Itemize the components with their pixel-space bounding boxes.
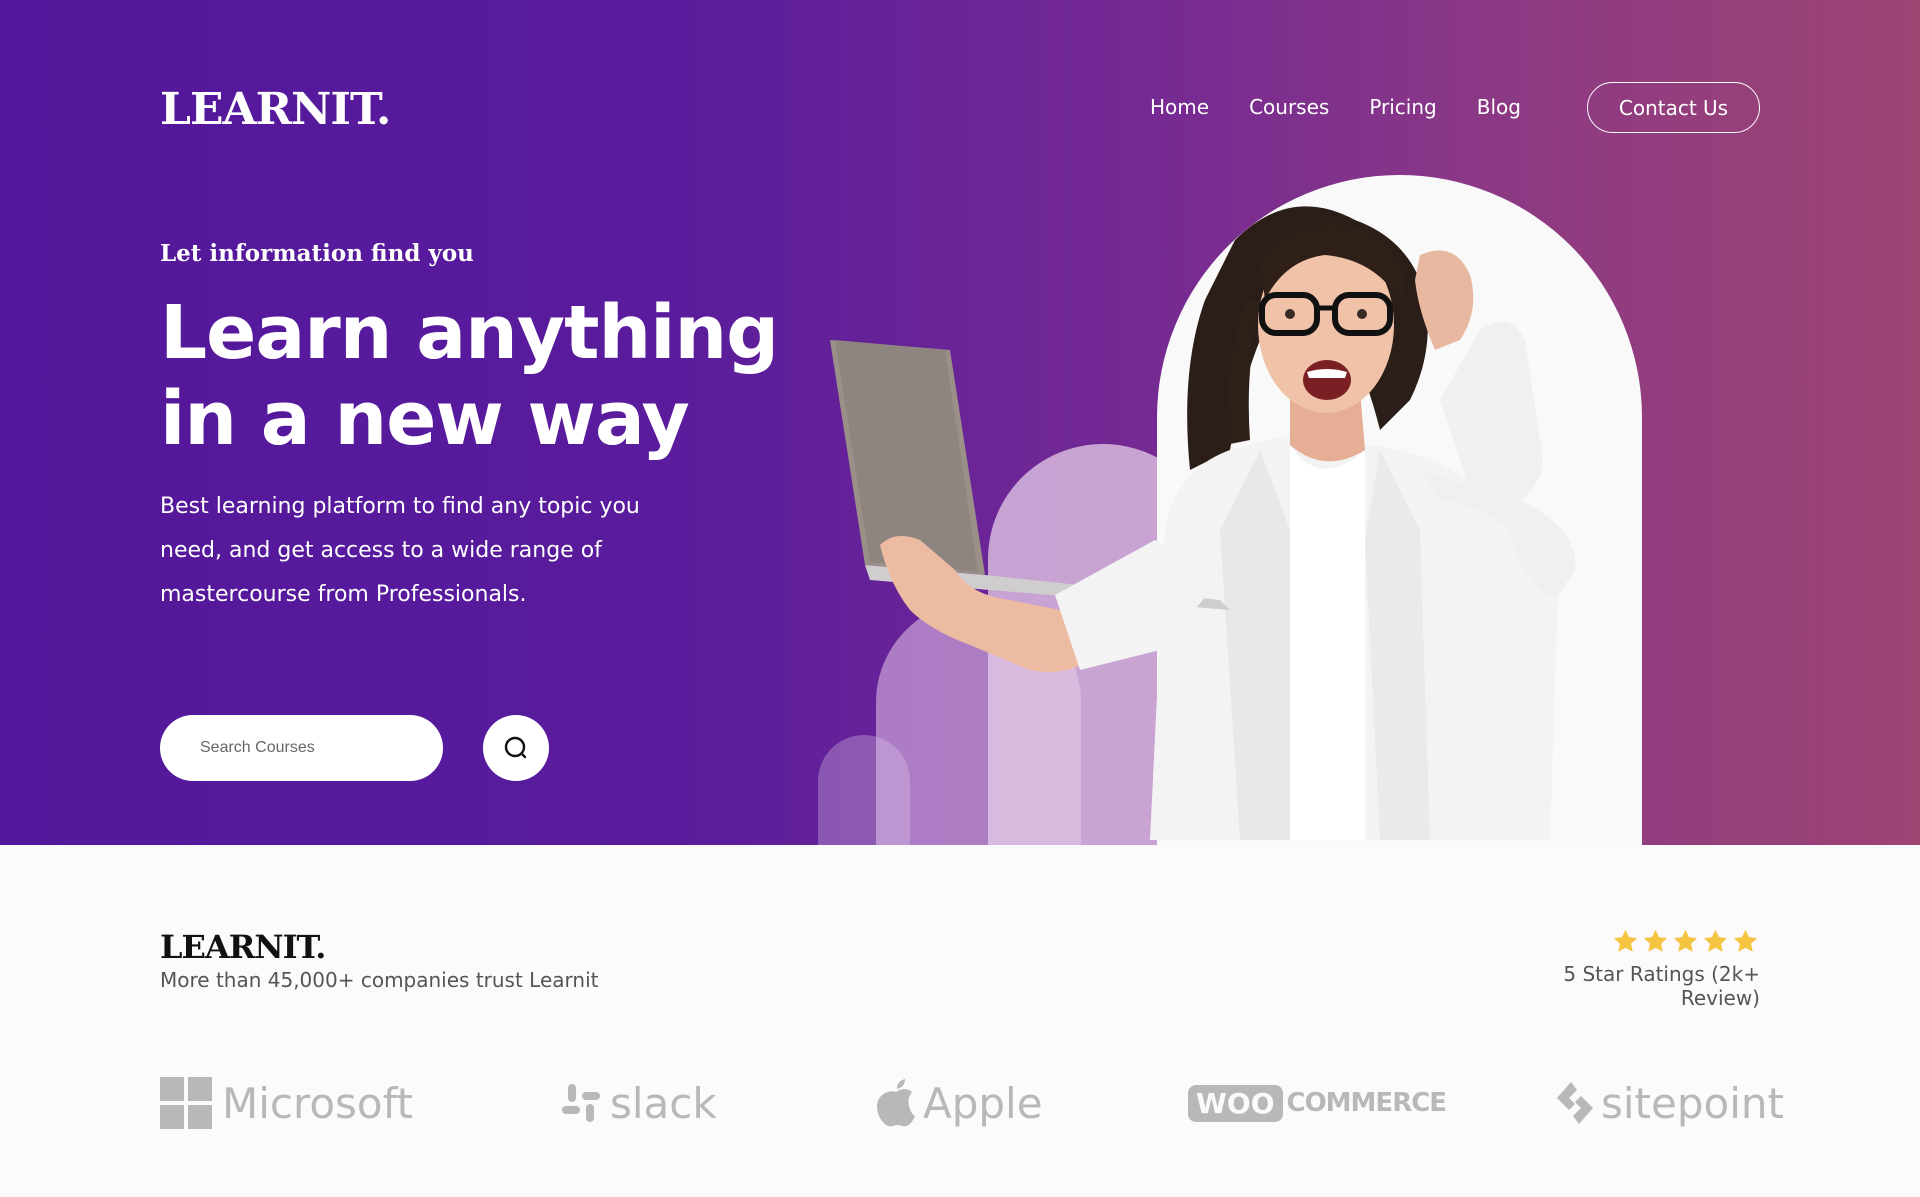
hero-description: Best learning platform to find any topic… <box>160 494 640 607</box>
contact-us-button[interactable]: Contact Us <box>1587 82 1760 133</box>
trust-text: More than 45,000+ companies trust Learni… <box>160 968 599 992</box>
brand-slack: slack <box>560 1068 717 1138</box>
sitepoint-icon <box>1557 1082 1593 1124</box>
brand-name: COMMERCE <box>1286 1088 1448 1118</box>
search-button[interactable] <box>483 715 549 781</box>
brand-name: Microsoft <box>222 1078 414 1128</box>
brand-microsoft: Microsoft <box>160 1068 413 1138</box>
apple-icon <box>877 1079 915 1127</box>
star-icon <box>1643 929 1668 952</box>
brand-woocommerce: WOO COMMERCE <box>1188 1068 1448 1138</box>
star-icon <box>1673 929 1698 952</box>
brand-logos: Microsoft slack Apple WOO COMMERCE sitep… <box>160 1068 1784 1138</box>
search-input[interactable] <box>200 739 420 757</box>
microsoft-icon <box>160 1077 212 1129</box>
main-nav: Home Courses Pricing Blog <box>1150 82 1561 132</box>
brand-name: sitepoint <box>1601 1078 1784 1128</box>
logo[interactable]: LEARNIT. <box>160 84 391 135</box>
nav-pricing[interactable]: Pricing <box>1369 95 1436 119</box>
brand-name: Apple <box>923 1078 1043 1128</box>
star-icon <box>1733 929 1758 952</box>
hero-section: LEARNIT. Home Courses Pricing Blog Conta… <box>0 0 1920 845</box>
brand-name: slack <box>610 1078 717 1128</box>
brand-sitepoint: sitepoint <box>1555 1068 1784 1138</box>
star-rating <box>1612 928 1759 955</box>
search-icon <box>504 736 527 759</box>
slack-icon <box>562 1084 600 1122</box>
trust-logo: LEARNIT. <box>160 928 326 966</box>
hero-kicker: Let information find you <box>160 240 474 267</box>
brand-apple: Apple <box>875 1068 1043 1138</box>
nav-home[interactable]: Home <box>1150 95 1209 119</box>
star-icon <box>1703 929 1728 952</box>
search-box <box>160 715 443 781</box>
hero-person-image <box>830 206 1576 840</box>
rating-text: 5 Star Ratings (2k+ Review) <box>1563 962 1760 1010</box>
star-icon <box>1613 929 1638 952</box>
headline-line-1: Learn anything <box>160 290 779 376</box>
woo-badge: WOO <box>1188 1084 1283 1122</box>
headline-line-2: in a new way <box>160 376 690 462</box>
hero-headline: Learn anything in a new way <box>160 290 860 462</box>
nav-courses[interactable]: Courses <box>1249 95 1329 119</box>
nav-blog[interactable]: Blog <box>1477 95 1521 119</box>
